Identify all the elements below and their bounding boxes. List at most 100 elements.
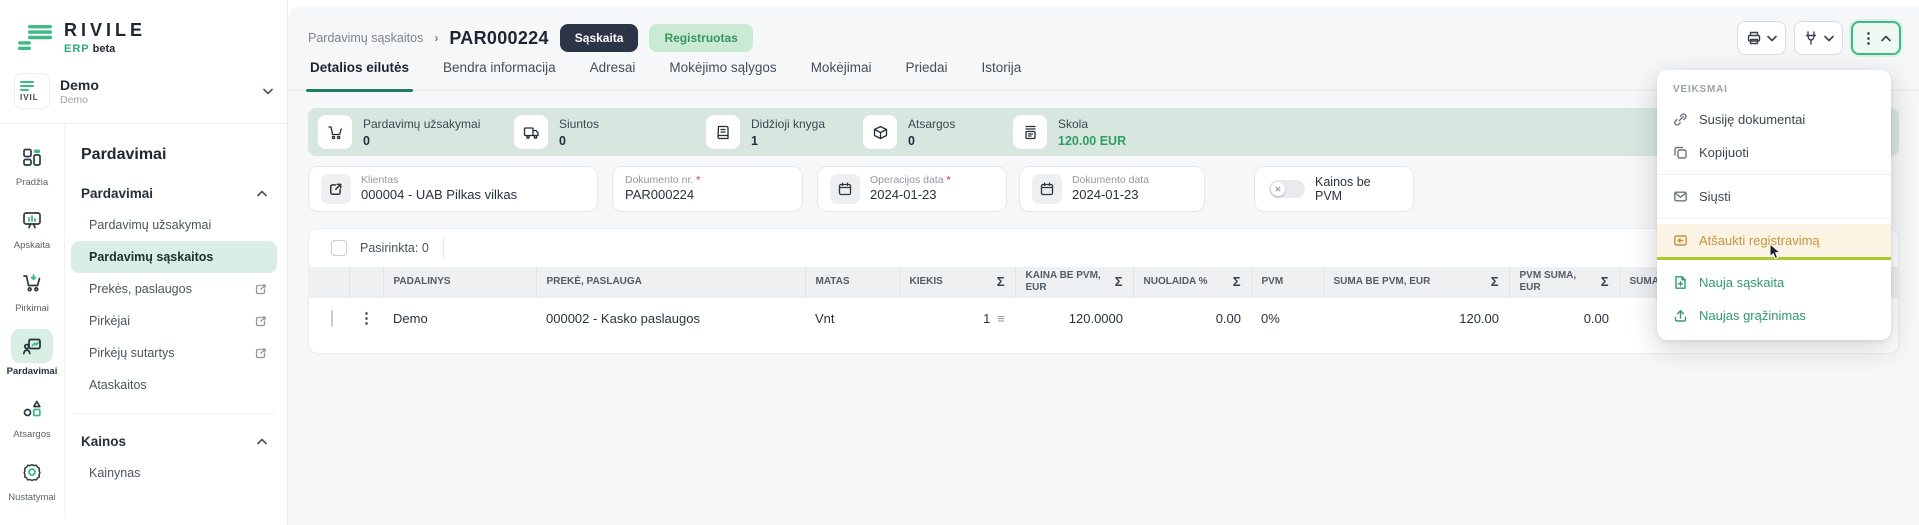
sidebar-section-kainos[interactable]: Kainos	[71, 426, 277, 457]
dokumento-data-field[interactable]: Dokumento data 2024-01-23	[1019, 166, 1205, 212]
company-selector[interactable]: IVIL Demo Demo	[0, 55, 287, 123]
kainos-be-pvm-toggle[interactable]: ✕ Kainos be PVM	[1254, 166, 1414, 212]
actions-menu-button[interactable]: ⋮	[1851, 21, 1901, 55]
sidebar-item-ataskaitos[interactable]: Ataskaitos	[71, 369, 277, 401]
breadcrumb-separator-icon: ›	[434, 31, 438, 45]
sidebar-item-kainynas[interactable]: Kainynas	[71, 457, 277, 489]
menu-item-siusti[interactable]: Siųsti	[1657, 180, 1891, 213]
cell-matas[interactable]: Vnt	[805, 297, 899, 339]
header-pvm-suma[interactable]: PVM SUMA, EURΣ	[1509, 267, 1619, 297]
header-padalinys[interactable]: PADALINYS	[383, 267, 536, 297]
stat-atsargos[interactable]: Atsargos0	[863, 115, 955, 149]
sidebar-menu: Pardavimai Pardavimai Pardavimų užsakyma…	[64, 124, 287, 518]
menu-item-kopijuoti[interactable]: Kopijuoti	[1657, 136, 1891, 169]
tab-mokejimo-salygos[interactable]: Mokėjimo sąlygos	[667, 58, 778, 90]
tab-mokejimai[interactable]: Mokėjimai	[809, 58, 874, 90]
rivile-logo-icon	[16, 24, 54, 52]
cell-nuolaida[interactable]: 0.00	[1133, 297, 1251, 339]
brand-name: RIVILE	[64, 20, 146, 41]
menu-item-nauja-saskaita[interactable]: Nauja sąskaita	[1657, 266, 1891, 299]
sidebar-item-pardavimu-saskaitos[interactable]: Pardavimų sąskaitos	[71, 241, 277, 273]
breadcrumb-link[interactable]: Pardavimų sąskaitos	[308, 31, 423, 45]
main-content: Pardavimų sąskaitos › PAR000224 Sąskaita…	[288, 6, 1919, 525]
dokumento-nr-field[interactable]: Dokumento nr. * PAR000224	[612, 166, 803, 212]
automation-button[interactable]	[1794, 21, 1843, 55]
cell-pvm-suma[interactable]: 0.00	[1509, 297, 1619, 339]
cell-kaina-be-pvm[interactable]: 120.0000	[1015, 297, 1133, 339]
cell-pvm[interactable]: 0%	[1251, 297, 1323, 339]
drag-handle-icon[interactable]: ≡	[997, 311, 1005, 326]
stat-didzioji-knyga[interactable]: Didžioji knyga1	[706, 115, 825, 149]
accounting-icon	[21, 209, 43, 231]
toolbar: ⋮	[1737, 21, 1901, 55]
sidebar-item-pirkejai[interactable]: Pirkėjai	[71, 305, 277, 337]
header-nuolaida[interactable]: NUOLAIDA %Σ	[1133, 267, 1251, 297]
printer-icon	[1746, 30, 1762, 46]
select-all-checkbox[interactable]	[331, 240, 347, 256]
header-pvm[interactable]: PVM	[1251, 267, 1323, 297]
app-logo[interactable]: RIVILE ERPbeta	[0, 0, 287, 55]
cell-preke-paslauga[interactable]: 000002 - Kasko paslaugos	[536, 297, 805, 339]
chevron-down-icon	[1767, 34, 1777, 43]
header-preke-paslauga[interactable]: PREKĖ, PASLAUGA	[536, 267, 805, 297]
send-icon	[1673, 189, 1688, 204]
print-button[interactable]	[1737, 21, 1786, 55]
header-kaina-be-pvm[interactable]: KAINA BE PVM, EURΣ	[1015, 267, 1133, 297]
toggle-switch[interactable]: ✕	[1269, 180, 1305, 198]
cell-suma-be-pvm[interactable]: 120.00	[1323, 297, 1509, 339]
external-link-icon	[255, 347, 267, 359]
header-select	[309, 267, 349, 297]
selection-divider	[443, 237, 444, 259]
chevron-up-icon	[257, 189, 267, 198]
company-logo: IVIL	[14, 73, 50, 109]
actions-dropdown-menu: VEIKSMAI Susiję dokumentai Kopijuoti Sių…	[1657, 70, 1891, 340]
header-kiekis[interactable]: KIEKISΣ	[899, 267, 1015, 297]
row-kebab-icon[interactable]: ⋮	[359, 310, 374, 327]
rail-item-pradzia[interactable]: Pradžia	[2, 136, 62, 192]
sales-orders-icon	[327, 124, 344, 141]
tab-istorija[interactable]: Istorija	[979, 58, 1023, 90]
row-checkbox[interactable]	[331, 310, 333, 327]
rail-item-pardavimai[interactable]: Pardavimai	[2, 325, 62, 381]
rail-item-nustatymai[interactable]: Nustatymai	[2, 451, 62, 507]
sum-icon[interactable]: Σ	[1491, 274, 1499, 289]
dashboard-icon	[21, 146, 43, 168]
inventory-icon	[21, 398, 43, 420]
sidebar-item-prekes-paslaugos[interactable]: Prekės, paslaugos	[71, 273, 277, 305]
tab-detalios-eilutes[interactable]: Detalios eilutės	[308, 58, 411, 90]
rail-item-pirkimai[interactable]: Pirkimai	[2, 262, 62, 318]
sum-icon[interactable]: Σ	[997, 274, 1005, 289]
tab-adresai[interactable]: Adresai	[588, 58, 638, 90]
sidebar-section-pardavimai[interactable]: Pardavimai	[71, 178, 277, 209]
menu-item-atsaukti-registravima[interactable]: Atšaukti registravimą	[1657, 224, 1891, 257]
row-select-cell	[309, 297, 349, 339]
cell-kiekis[interactable]: 1≡	[899, 297, 1015, 339]
stat-skola[interactable]: Skola120.00 EUR	[1013, 115, 1126, 149]
cell-padalinys[interactable]: Demo	[383, 297, 536, 339]
calendar-icon	[838, 182, 852, 196]
sum-icon[interactable]: Σ	[1115, 274, 1123, 289]
operacijos-data-field[interactable]: Operacijos data * 2024-01-23	[817, 166, 1007, 212]
tab-priedai[interactable]: Priedai	[903, 58, 949, 90]
left-panel: RIVILE ERPbeta IVIL Demo Demo Pradžia Ap…	[0, 0, 288, 525]
sidebar-item-pardavimu-uzsakymai[interactable]: Pardavimų užsakymai	[71, 209, 277, 241]
stock-icon	[872, 124, 889, 141]
stat-pardavimu-uzsakymai[interactable]: Pardavimų užsakymai0	[318, 115, 480, 149]
stat-siuntos[interactable]: Siuntos0	[514, 115, 599, 149]
sidebar-item-pirkeju-sutartys[interactable]: Pirkėjų sutartys	[71, 337, 277, 369]
menu-item-naujas-grazinimas[interactable]: Naujas grąžinimas	[1657, 299, 1891, 332]
sidebar-section-divider	[73, 413, 275, 414]
tab-bendra-informacija[interactable]: Bendra informacija	[441, 58, 558, 90]
sum-icon[interactable]: Σ	[1601, 274, 1609, 289]
rail-item-atsargos[interactable]: Atsargos	[2, 388, 62, 444]
new-return-icon	[1673, 308, 1688, 323]
menu-item-susije-dokumentai[interactable]: Susiję dokumentai	[1657, 103, 1891, 136]
sum-icon[interactable]: Σ	[1233, 274, 1241, 289]
cancel-registration-icon	[1673, 233, 1688, 248]
header-suma-be-pvm[interactable]: SUMA BE PVM, EURΣ	[1323, 267, 1509, 297]
rail-item-apskaita[interactable]: Apskaita	[2, 199, 62, 255]
debt-icon	[1022, 124, 1039, 141]
klientas-field[interactable]: Klientas 000004 - UAB Pilkas vilkas	[308, 166, 598, 212]
new-invoice-icon	[1673, 275, 1688, 290]
header-matas[interactable]: MATAS	[805, 267, 899, 297]
